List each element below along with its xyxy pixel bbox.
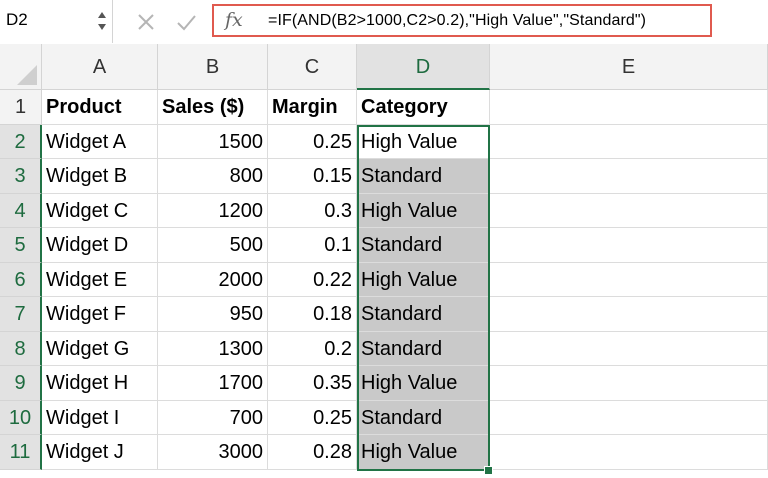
cell-b5[interactable]: 500 [158,228,268,263]
row-header-1[interactable]: 1 [0,90,42,125]
cell-c7[interactable]: 0.18 [268,297,357,332]
cell-c1[interactable]: Margin [268,90,357,125]
cell-b10[interactable]: 700 [158,400,268,435]
formula-text: =IF(AND(B2>1000,C2>0.2),"High Value","St… [268,12,647,29]
cell-c3[interactable]: 0.15 [268,159,357,194]
cell-a7[interactable]: Widget F [42,297,158,332]
cell-a10[interactable]: Widget I [42,400,158,435]
cell-d5[interactable]: Standard [357,228,490,263]
cell-a8[interactable]: Widget G [42,331,158,366]
cell-b3[interactable]: 800 [158,159,268,194]
cell-e7[interactable] [490,297,768,332]
cell-b8[interactable]: 1300 [158,331,268,366]
row-header-9[interactable]: 9 [0,366,42,401]
row-header-4[interactable]: 4 [0,193,42,228]
cell-a9[interactable]: Widget H [42,366,158,401]
cell-d11[interactable]: High Value [357,435,490,470]
cell-e9[interactable] [490,366,768,401]
cell-b4[interactable]: 1200 [158,193,268,228]
cell-e3[interactable] [490,159,768,194]
cell-e1[interactable] [490,90,768,125]
cell-d8[interactable]: Standard [357,331,490,366]
column-header-c[interactable]: C [268,44,357,90]
name-box[interactable]: D2 [0,0,113,43]
formula-input[interactable]: fx =IF(AND(B2>1000,C2>0.2),"High Value",… [212,4,712,37]
row-header-8[interactable]: 8 [0,331,42,366]
fx-icon[interactable]: fx [225,9,243,31]
cell-d4[interactable]: High Value [357,193,490,228]
cell-a4[interactable]: Widget C [42,193,158,228]
column-header-b[interactable]: B [158,44,268,90]
cell-b2[interactable]: 1500 [158,124,268,159]
name-box-value: D2 [6,10,28,29]
cell-b6[interactable]: 2000 [158,262,268,297]
row-header-6[interactable]: 6 [0,262,42,297]
cell-d2[interactable]: High Value [357,124,490,159]
cell-a5[interactable]: Widget D [42,228,158,263]
row-header-7[interactable]: 7 [0,297,42,332]
cell-c6[interactable]: 0.22 [268,262,357,297]
cell-d1[interactable]: Category [357,90,490,125]
column-header-a[interactable]: A [42,44,158,90]
cell-a3[interactable]: Widget B [42,159,158,194]
cell-d10[interactable]: Standard [357,400,490,435]
cell-b1[interactable]: Sales ($) [158,90,268,125]
cell-e8[interactable] [490,331,768,366]
row-header-3[interactable]: 3 [0,159,42,194]
row-header-11[interactable]: 11 [0,435,42,470]
cell-e4[interactable] [490,193,768,228]
cell-d9[interactable]: High Value [357,366,490,401]
cell-c10[interactable]: 0.25 [268,400,357,435]
cell-d7[interactable]: Standard [357,297,490,332]
cell-a1[interactable]: Product [42,90,158,125]
cell-e2[interactable] [490,124,768,159]
cell-b11[interactable]: 3000 [158,435,268,470]
cell-c8[interactable]: 0.2 [268,331,357,366]
cell-e11[interactable] [490,435,768,470]
cell-b7[interactable]: 950 [158,297,268,332]
cell-a11[interactable]: Widget J [42,435,158,470]
cell-d3[interactable]: Standard [357,159,490,194]
cell-d6[interactable]: High Value [357,262,490,297]
column-header-e[interactable]: E [490,44,768,90]
cell-c2[interactable]: 0.25 [268,124,357,159]
cell-c5[interactable]: 0.1 [268,228,357,263]
cell-a6[interactable]: Widget E [42,262,158,297]
cell-e6[interactable] [490,262,768,297]
cell-a2[interactable]: Widget A [42,124,158,159]
cell-c9[interactable]: 0.35 [268,366,357,401]
cell-b9[interactable]: 1700 [158,366,268,401]
cancel-icon[interactable] [134,10,158,34]
row-header-10[interactable]: 10 [0,400,42,435]
formula-bar: D2 fx =IF(AND(B2>1000,C2>0.2),"High Valu… [0,0,768,45]
cell-e5[interactable] [490,228,768,263]
name-box-stepper-icon[interactable] [97,8,107,34]
checkmark-icon[interactable] [174,10,198,34]
row-header-2[interactable]: 2 [0,124,42,159]
row-header-5[interactable]: 5 [0,228,42,263]
cell-c11[interactable]: 0.28 [268,435,357,470]
cell-c4[interactable]: 0.3 [268,193,357,228]
fill-handle[interactable] [484,466,493,475]
select-all-corner[interactable] [0,44,42,90]
column-header-d[interactable]: D [357,44,490,90]
cell-e10[interactable] [490,400,768,435]
